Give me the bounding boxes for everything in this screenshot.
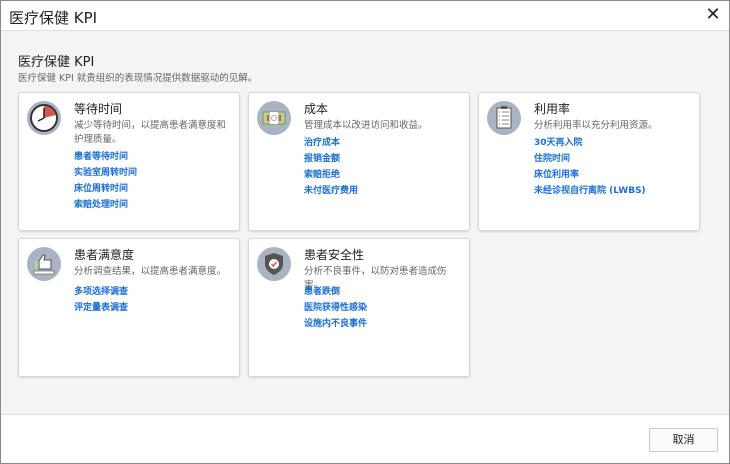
card-patient-satisfaction: 患者满意度 分析调查结果，以提高患者满意度。 多项选择调查 评定量表调查 [18,238,240,377]
link-patient-falls[interactable]: 患者跌倒 [304,284,367,300]
page-title: 医疗保健 KPI [18,55,95,70]
link-rating-scale-survey[interactable]: 评定量表调查 [74,300,128,316]
page-subtitle: 医疗保健 KPI 就贵组织的表现情况提供数据驱动的见解。 [18,73,258,84]
card-title: 患者满意度 [74,248,135,262]
card-patient-safety: 患者安全性 分析不良事件，以防对患者造成伤害。 患者跌倒 医院获得性感染 设施内… [248,238,470,377]
money-icon [257,101,291,135]
card-title: 成本 [304,102,329,116]
link-multiple-choice-survey[interactable]: 多项选择调查 [74,284,128,300]
link-adverse-events[interactable]: 设施内不良事件 [304,316,367,332]
card-wait-time: 等待时间 减少等待时间，以提高患者满意度和护理质量。 患者等待时间 实验室周转时… [18,92,240,231]
card-title: 患者安全性 [304,248,365,262]
link-30-day-readmission[interactable]: 30天再入院 [534,135,646,151]
card-description: 管理成本以改进访问和收益。 [304,120,428,131]
close-icon[interactable]: ✕ [703,5,723,25]
card-description: 减少等待时间，以提高患者满意度和护理质量。 [74,120,227,145]
link-patient-wait-time[interactable]: 患者等待时间 [74,149,137,165]
link-length-of-stay[interactable]: 住院时间 [534,151,646,167]
card-title: 利用率 [534,102,571,116]
cancel-button[interactable]: 取消 [649,428,718,452]
link-bed-utilization[interactable]: 床位利用率 [534,167,646,183]
card-description: 分析利用率以充分利用资源。 [534,120,658,131]
card-utilization: 利用率 分析利用率以充分利用资源。 30天再入院 住院时间 床位利用率 未经诊视… [478,92,700,231]
window-title: 医疗保健 KPI [9,9,98,27]
thumbs-up-icon [27,247,61,281]
shield-check-icon [257,247,291,281]
card-title: 等待时间 [74,102,123,116]
link-claim-processing[interactable]: 索赔处理时间 [74,197,137,213]
clipboard-icon [487,101,521,135]
dialog-window: 医疗保健 KPI ✕ 医疗保健 KPI 医疗保健 KPI 就贵组织的表现情况提供… [0,0,730,464]
link-lab-turnaround[interactable]: 实验室周转时间 [74,165,137,181]
link-treatment-cost[interactable]: 治疗成本 [304,135,358,151]
title-bar: 医疗保健 KPI ✕ [1,1,729,31]
link-claim-denial[interactable]: 索赔拒绝 [304,167,358,183]
link-hospital-acquired-infection[interactable]: 医院获得性感染 [304,300,367,316]
link-lwbs[interactable]: 未经诊视自行离院 (LWBS) [534,183,646,199]
link-reimbursement[interactable]: 报销金额 [304,151,358,167]
dialog-body: 医疗保健 KPI 医疗保健 KPI 就贵组织的表现情况提供数据驱动的见解。 等待… [1,31,729,415]
card-description: 分析调查结果，以提高患者满意度。 [74,266,227,277]
clock-icon [27,101,61,135]
link-unpaid-bills[interactable]: 未付医疗费用 [304,183,358,199]
link-bed-turnover[interactable]: 床位周转时间 [74,181,137,197]
card-cost: 成本 管理成本以改进访问和收益。 治疗成本 报销金额 索赔拒绝 未付医疗费用 [248,92,470,231]
